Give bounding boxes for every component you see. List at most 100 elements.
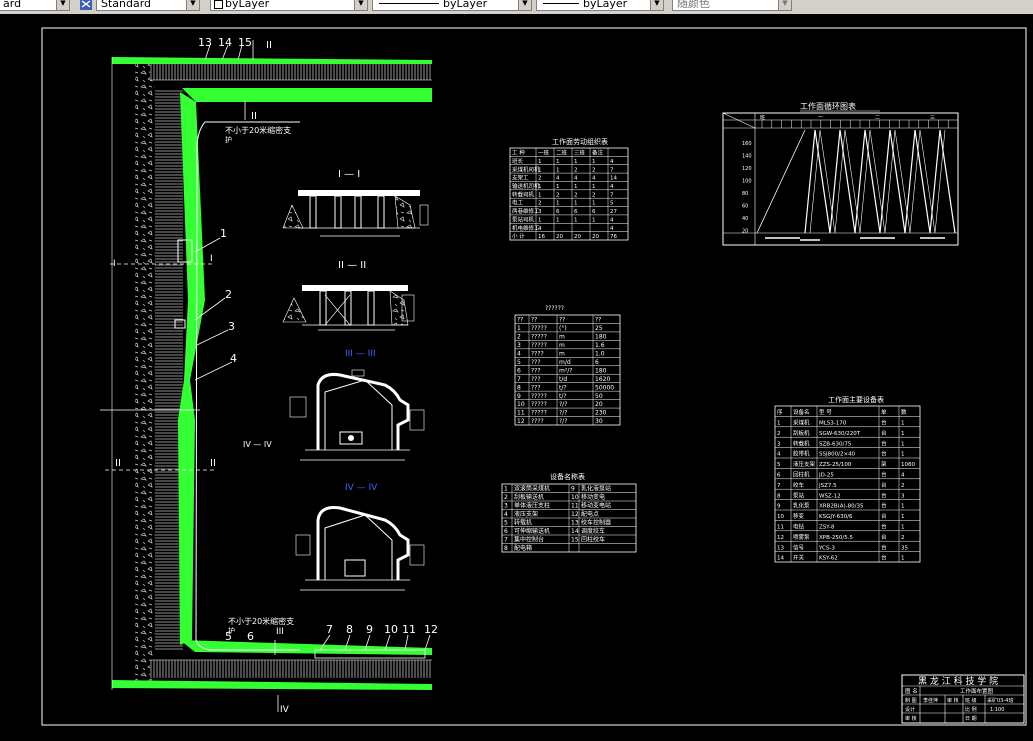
equipment-cell-8-4: 3: [901, 493, 905, 499]
equipment-cell-10-2: KSGJY-630/6: [819, 514, 853, 520]
workers-header-4: 备注: [592, 149, 604, 157]
equipment-cell-11-3: 台: [881, 523, 887, 531]
equipment-cell-12-3: 台: [881, 533, 887, 541]
section-mark-ii-mid: II: [251, 111, 257, 122]
legend-cell-7-1: 配电箱: [514, 544, 532, 552]
legend-cell-2-2: 11: [571, 503, 579, 510]
equipment-cell-7-3: 台: [881, 481, 887, 489]
params-cell-1-2: (°): [559, 325, 567, 332]
params-cell-11-1: ?????: [531, 410, 547, 417]
equipment-cell-4-2: SSJ800/2×40: [819, 452, 856, 458]
workers-cell-3-0: 支架工: [512, 174, 529, 182]
equipment-table-title: 工作面主要设备表: [828, 395, 884, 404]
cad-drawing: 13 14 15 II II 不小于20米缩密支 护 1 2 3 4 I I I…: [41, 27, 1027, 726]
equipment-cell-6-3: 台: [881, 471, 887, 479]
section-iv-blue-title: IV — IV: [345, 483, 378, 493]
cycle-y-tick-4: 80: [742, 191, 748, 197]
workers-cell-9-0: 机电维修工: [512, 224, 540, 232]
params-cell-8-0: 8: [517, 384, 521, 391]
dimension-style-icon[interactable]: [80, 0, 92, 10]
params-cell-12-0: 12: [517, 418, 525, 425]
params-cell-11-0: 11: [517, 410, 525, 417]
layer-select[interactable]: byLayer ▼: [210, 0, 368, 11]
workers-header-0: 工 种: [512, 149, 525, 157]
label-10: 10: [384, 623, 398, 636]
params-cell-7-3: 1620: [595, 376, 610, 383]
workers-cell-10-3: 20: [574, 234, 581, 240]
lineweight-select[interactable]: byLayer ▼: [536, 0, 664, 11]
legend-cell-2-3: 移动变电站: [581, 502, 611, 510]
legend-cell-1-0: 2: [504, 494, 508, 501]
section-mark-ii-right: II: [210, 458, 216, 469]
workers-cell-3-2: 4: [556, 176, 560, 182]
workers-cell-4-3: 1: [574, 184, 578, 190]
chevron-down-icon[interactable]: ▼: [778, 0, 791, 10]
equipment-cell-10-1: 移变: [793, 512, 805, 520]
params-cell-10-1: ?????: [531, 401, 547, 408]
workers-cell-6-4: 1: [592, 201, 596, 207]
params-cell-2-0: 2: [517, 334, 521, 341]
linetype-select[interactable]: byLayer ▼: [372, 0, 532, 11]
title-block-class-label: 班 级: [965, 697, 977, 704]
drawing-canvas[interactable]: 13 14 15 II II 不小于20米缩密支 护 1 2 3 4 I I I…: [0, 14, 1033, 734]
equipment-header-2: 型 号: [819, 408, 832, 416]
params-cell-12-3: 30: [595, 418, 603, 425]
equipment-cell-6-4: 4: [901, 473, 905, 479]
cycle-header-2: 二: [875, 115, 880, 121]
legend-cell-6-1: 集中控制台: [514, 536, 544, 544]
equipment-cell-7-2: JSZ7.5: [818, 483, 837, 489]
equipment-cell-5-2: ZZS-25/100: [819, 462, 852, 468]
label-14: 14: [218, 36, 232, 49]
workers-cell-9-1: 4: [538, 226, 542, 232]
plot-style-select[interactable]: 随颜色 ▼: [672, 0, 792, 11]
equipment-cell-11-1: 电钻: [793, 523, 805, 531]
title-block-check-label: 审 核: [947, 697, 959, 704]
legend-cell-2-1: 单体液压支柱: [514, 502, 550, 510]
title-block-draw-label: 制 图: [905, 697, 917, 704]
title-block-review-label: 审 核: [905, 715, 917, 722]
workers-cell-2-2: 1: [556, 167, 560, 173]
equipment-cell-5-1: 液压支架: [793, 460, 816, 468]
params-cell-6-0: 6: [517, 367, 521, 374]
legend-cell-6-0: 7: [504, 537, 508, 544]
chevron-down-icon[interactable]: ▼: [354, 0, 367, 10]
equipment-cell-6-2: JD-25: [818, 473, 834, 479]
equipment-cell-8-0: 8: [777, 493, 781, 499]
chevron-down-icon[interactable]: ▼: [518, 0, 531, 10]
chevron-down-icon[interactable]: ▼: [186, 0, 199, 10]
equipment-cell-14-0: 14: [777, 556, 784, 562]
text-style-select[interactable]: ard ▼: [0, 0, 70, 11]
cycle-header-3: 三: [930, 115, 935, 121]
workers-cell-1-4: 1: [592, 159, 596, 165]
legend-cell-0-1: 双滚筒采煤机: [514, 485, 550, 493]
equipment-cell-9-3: 台: [881, 502, 887, 510]
workers-cell-1-0: 班长: [512, 157, 524, 165]
workers-cell-8-3: 1: [574, 217, 578, 223]
chevron-down-icon[interactable]: ▼: [650, 0, 663, 10]
cycle-y-tick-2: 120: [742, 166, 752, 172]
cycle-y-tick-3: 100: [742, 179, 752, 185]
layer-value: byLayer: [225, 0, 270, 10]
chevron-down-icon[interactable]: ▼: [56, 0, 69, 10]
workers-cell-3-5: 14: [610, 176, 617, 182]
title-block-name-label: 图 名: [905, 687, 918, 695]
workers-cell-5-4: 2: [592, 192, 596, 198]
equipment-cell-8-3: 台: [881, 491, 887, 499]
workers-header-3: 三班: [574, 149, 586, 157]
legend-cell-7-0: 8: [504, 545, 508, 552]
params-cell-6-2: m²/?: [559, 367, 572, 374]
workers-cell-7-0: 两巷维修工: [512, 207, 540, 215]
dim-style-select[interactable]: Standard ▼: [96, 0, 200, 11]
workers-cell-1-1: 1: [538, 159, 542, 165]
min-20m-note-bottom: 不小于20米缩密支: [228, 616, 294, 626]
section-iv-label: IV — IV: [243, 440, 272, 449]
params-cell-5-1: ???: [531, 359, 541, 366]
equipment-cell-2-1: 刮板机: [793, 429, 810, 437]
label-12: 12: [424, 623, 438, 636]
equipment-cell-2-2: SGW-630/220T: [819, 431, 861, 437]
workers-cell-7-2: 6: [556, 209, 560, 215]
params-cell-1-3: 25: [595, 325, 603, 332]
workers-cell-7-3: 6: [574, 209, 578, 215]
equipment-cell-4-3: 台: [881, 450, 887, 458]
legend-cell-1-3: 移动变电: [581, 493, 605, 501]
